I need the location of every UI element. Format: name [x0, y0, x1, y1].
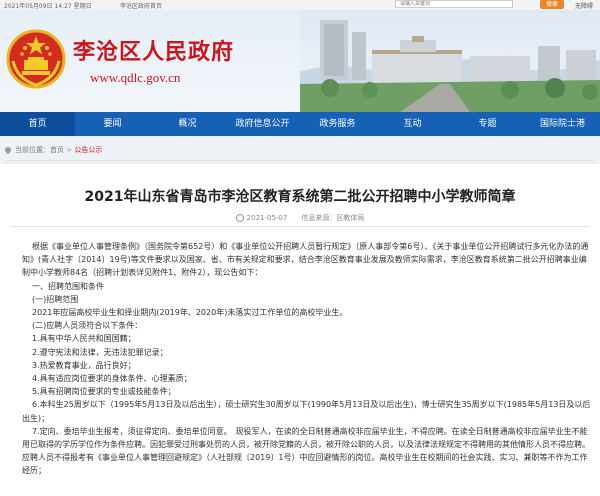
article-source: 信息来源：区教体局 — [301, 214, 365, 222]
paragraph: 7.定向、委培毕业生报考，须征得定向、委培单位同意。 现役军人，在读的全日制普通… — [22, 426, 590, 476]
site-url: www.qdlc.gov.cn — [90, 70, 181, 85]
clock-icon — [235, 214, 244, 222]
site-name: 李沧区人民政府 — [73, 39, 235, 65]
breadcrumb: 当前位置：首页 > 公告公示 — [0, 136, 600, 164]
breadcrumb-divider — [5, 160, 595, 161]
paragraph: (二)应聘人员须符合以下条件： — [32, 321, 143, 331]
paragraph: 4.具有适应岗位要求的身体条件、心理素质； — [32, 374, 192, 384]
article-panel: 2021年山东省青岛市李沧区教育系统第二批公开招聘中小学教师简章 2021-05… — [0, 164, 600, 496]
nav-gov-info[interactable]: 政府信息公开 — [225, 112, 300, 136]
article-body: 根据《事业单位人事管理条例》（国务院令第652号）和《事业单位公开招聘人员暂行规… — [22, 240, 592, 478]
paragraph: (一)招聘范围 — [32, 294, 79, 304]
current-date: 2021年05月09日 14:27 星期日 — [4, 3, 92, 10]
breadcrumb-separator: > — [64, 146, 75, 154]
paragraph: 3.热爱教育事业，品行良好； — [32, 360, 136, 370]
search-button[interactable]: 搜索 — [540, 0, 564, 9]
paragraph: 5.具有招聘岗位要求的专业或技能条件； — [32, 387, 176, 397]
city-buildings-image — [300, 10, 600, 112]
home-link[interactable]: 李沧区政府首页 — [120, 1, 162, 10]
national-emblem-icon — [6, 29, 66, 89]
search-input[interactable] — [395, 0, 513, 8]
nav-overview[interactable]: 概况 — [150, 112, 225, 136]
breadcrumb-current[interactable]: 公告公示 — [74, 146, 102, 154]
main-nav: 首页 要闻 概况 政府信息公开 政务服务 互动 专题 国际院士港 — [0, 112, 600, 136]
meta-divider — [10, 226, 590, 227]
paragraph: 6.本科生25周岁以下（1995年5月13日及以后出生），硕士研究生30周岁以下… — [22, 400, 591, 423]
breadcrumb-home[interactable]: 首页 — [50, 146, 64, 154]
nav-topics[interactable]: 专题 — [450, 112, 525, 136]
nav-services[interactable]: 政务服务 — [300, 112, 375, 136]
nav-academician-port[interactable]: 国际院士港 — [525, 112, 600, 136]
location-pin-icon — [3, 145, 13, 155]
paragraph: 1.具有中华人民共和国国籍； — [32, 334, 136, 344]
site-banner: 李沧区人民政府 www.qdlc.gov.cn — [0, 10, 600, 112]
breadcrumb-prefix: 当前位置： — [15, 146, 50, 154]
top-utility-bar: 2021年05月09日 14:27 星期日 李沧区政府首页 搜索 无障碍 — [0, 0, 600, 10]
article-date: 2021-05-07 — [246, 214, 288, 222]
accessibility-link[interactable]: 无障碍 — [575, 1, 593, 10]
paragraph: 2.遵守宪法和法律，无违法犯罪记录； — [32, 347, 168, 357]
paragraph: 2021年应届高校毕业生和择业期内(2019年、2020年)未落实过工作单位的高… — [32, 308, 348, 318]
article-title: 2021年山东省青岛市李沧区教育系统第二批公开招聘中小学教师简章 — [84, 189, 516, 205]
paragraph: 一、招聘范围和条件 — [32, 281, 104, 291]
nav-interaction[interactable]: 互动 — [375, 112, 450, 136]
paragraph: 根据《事业单位人事管理条例》（国务院令第652号）和《事业单位公开招聘人员暂行规… — [22, 242, 589, 278]
nav-home[interactable]: 首页 — [0, 112, 75, 136]
article-meta: 2021-05-07 信息来源：区教体局 — [0, 213, 600, 223]
nav-news[interactable]: 要闻 — [75, 112, 150, 136]
